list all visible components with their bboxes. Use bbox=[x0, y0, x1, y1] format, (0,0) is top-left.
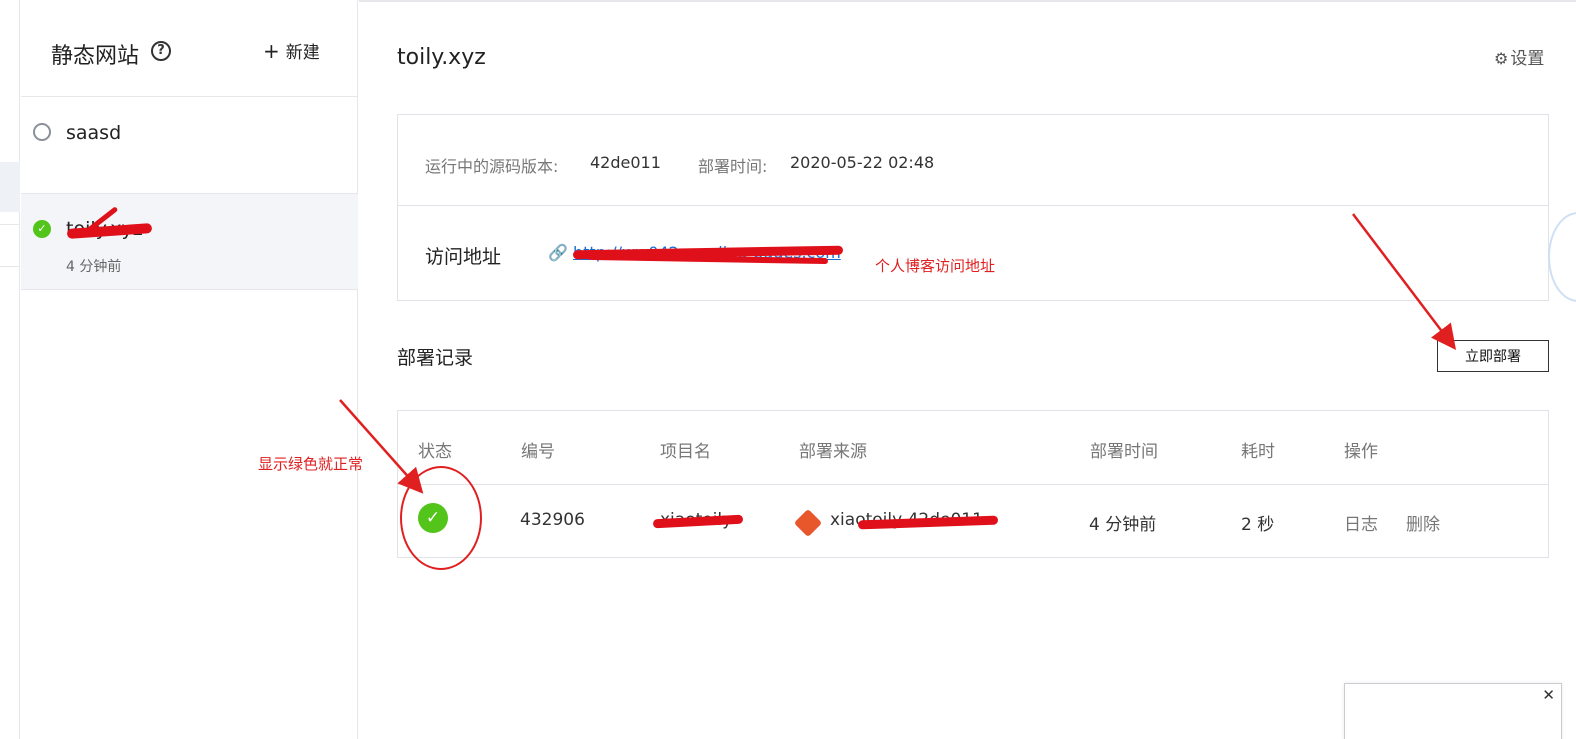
deploy-time-value: 2020-05-22 02:48 bbox=[790, 153, 935, 172]
header-duration: 耗时 bbox=[1241, 442, 1275, 462]
nav-strip bbox=[0, 0, 20, 739]
plus-icon: + bbox=[263, 39, 280, 63]
nav-divider bbox=[0, 266, 20, 267]
status-pending-icon bbox=[33, 123, 51, 141]
page-title: toily.xyz bbox=[397, 45, 486, 70]
site-list-panel: 静态网站 ? +新建 saasd ✓ toily.xyz 4 分钟前 bbox=[21, 0, 358, 739]
table-header: 状态 编号 项目名 部署来源 部署时间 耗时 操作 bbox=[398, 411, 1548, 485]
floating-popup: ✕ bbox=[1344, 683, 1562, 739]
app-root: 静态网站 ? +新建 saasd ✓ toily.xyz 4 分钟前 toily… bbox=[0, 0, 1576, 739]
deploy-time-label: 部署时间: bbox=[698, 157, 768, 176]
deploy-records-table: 状态 编号 项目名 部署来源 部署时间 耗时 操作 ✓ 432906 xiaot… bbox=[397, 410, 1549, 558]
git-icon bbox=[793, 508, 823, 538]
site-item-toily[interactable]: ✓ toily.xyz 4 分钟前 bbox=[21, 194, 358, 290]
new-site-label: 新建 bbox=[285, 43, 320, 63]
header-actions: 操作 bbox=[1344, 442, 1378, 462]
site-item-saasd[interactable]: saasd bbox=[21, 98, 358, 194]
annotation-green-status: 显示绿色就正常 bbox=[258, 455, 364, 473]
annotation-blog-url: 个人博客访问地址 bbox=[875, 257, 996, 275]
help-circle-icon[interactable]: ? bbox=[151, 41, 171, 61]
header-project: 项目名 bbox=[660, 442, 711, 462]
annotation-circle bbox=[400, 466, 482, 570]
visit-address-label: 访问地址 bbox=[425, 246, 502, 268]
site-name: saasd bbox=[66, 122, 122, 144]
site-list-header: 静态网站 ? + 新建 bbox=[21, 0, 358, 97]
status-success-icon: ✓ bbox=[33, 220, 51, 238]
new-site-button[interactable]: + 新建 bbox=[263, 38, 320, 63]
source-info-row: 运行中的源码版本: 42de011 部署时间: 2020-05-22 02:48 bbox=[398, 115, 1548, 206]
source-version-label: 运行中的源码版本: bbox=[425, 157, 559, 176]
link-icon: 🔗 bbox=[548, 243, 568, 262]
settings-button[interactable]: ⚙ 设置 bbox=[1494, 44, 1544, 69]
settings-label: 设置 bbox=[1510, 49, 1545, 69]
nav-divider bbox=[0, 224, 20, 225]
nav-strip-selected[interactable] bbox=[0, 162, 20, 212]
close-icon[interactable]: ✕ bbox=[1542, 686, 1555, 704]
header-source: 部署来源 bbox=[799, 442, 867, 462]
gear-icon: ⚙ bbox=[1494, 49, 1509, 68]
cell-duration: 2 秒 bbox=[1241, 515, 1275, 535]
cell-deploy-time: 4 分钟前 bbox=[1089, 515, 1157, 535]
site-info-card: 运行中的源码版本: 42de011 部署时间: 2020-05-22 02:48… bbox=[397, 114, 1549, 301]
header-status: 状态 bbox=[418, 442, 452, 462]
site-list-title: 静态网站 bbox=[51, 44, 140, 69]
header-deploy-time: 部署时间 bbox=[1090, 442, 1158, 462]
source-version-value: 42de011 bbox=[590, 153, 661, 172]
main-panel: toily.xyz ⚙ 设置 运行中的源码版本: 42de011 部署时间: 20… bbox=[359, 0, 1576, 739]
site-updated-time: 4 分钟前 bbox=[66, 259, 122, 275]
deploy-now-button[interactable]: 立即部署 bbox=[1437, 340, 1549, 372]
delete-link[interactable]: 删除 bbox=[1406, 510, 1440, 535]
log-link[interactable]: 日志 bbox=[1344, 510, 1378, 535]
cell-id: 432906 bbox=[520, 510, 585, 530]
header-id: 编号 bbox=[521, 442, 555, 462]
deploy-records-title: 部署记录 bbox=[397, 347, 474, 369]
